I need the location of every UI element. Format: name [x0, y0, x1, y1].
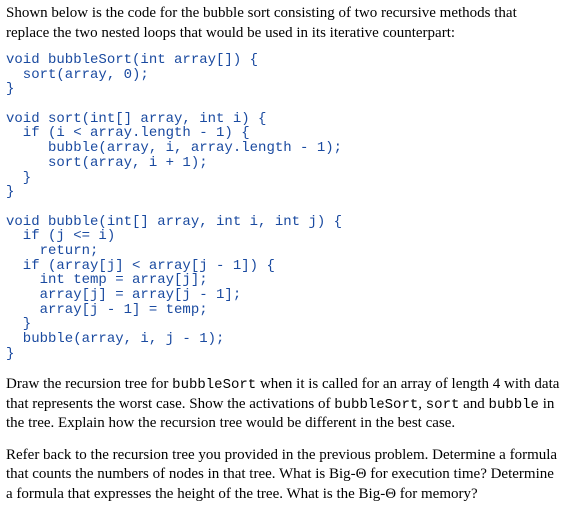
- q1-mono4: bubble: [489, 397, 539, 413]
- code-block: void bubbleSort(int array[]) { sort(arra…: [6, 53, 562, 361]
- q1-mono2: bubbleSort: [334, 397, 418, 413]
- q1-part3: ,: [418, 396, 426, 412]
- question-1: Draw the recursion tree for bubbleSort w…: [6, 375, 562, 434]
- intro-text: Shown below is the code for the bubble s…: [6, 4, 562, 43]
- q1-mono3: sort: [426, 397, 460, 413]
- q1-part4: and: [459, 396, 488, 412]
- question-2: Refer back to the recursion tree you pro…: [6, 446, 562, 505]
- q1-part1: Draw the recursion tree for: [6, 376, 172, 392]
- q1-mono1: bubbleSort: [172, 377, 256, 393]
